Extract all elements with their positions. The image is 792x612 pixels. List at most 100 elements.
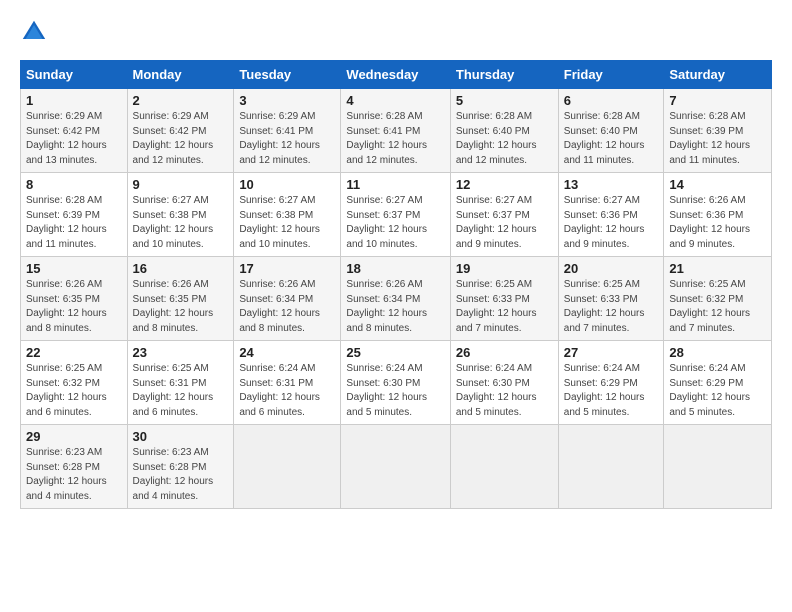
table-cell xyxy=(558,425,664,509)
day-number: 12 xyxy=(456,177,553,192)
table-cell: 24 Sunrise: 6:24 AMSunset: 6:31 PMDayligh… xyxy=(234,341,341,425)
table-cell: 25 Sunrise: 6:24 AMSunset: 6:30 PMDayligh… xyxy=(341,341,450,425)
table-cell: 26Sunrise: 6:24 AMSunset: 6:30 PMDayligh… xyxy=(450,341,558,425)
day-detail: Sunrise: 6:26 AMSunset: 6:36 PMDaylight:… xyxy=(669,194,766,252)
day-detail: Sunrise: 6:28 AMSunset: 6:39 PMDaylight:… xyxy=(669,110,766,168)
day-detail: Sunrise: 6:27 AMSunset: 6:37 PMDaylight:… xyxy=(456,194,553,252)
day-number: 26 xyxy=(456,345,553,360)
table-cell: 10 Sunrise: 6:27 AMSunset: 6:38 PMDayligh… xyxy=(234,173,341,257)
day-number: 17 xyxy=(239,261,335,276)
table-cell: 15 Sunrise: 6:26 AMSunset: 6:35 PMDayligh… xyxy=(21,257,128,341)
table-cell: 30Sunrise: 6:23 AMSunset: 6:28 PMDayligh… xyxy=(127,425,234,509)
day-number: 29 xyxy=(26,429,122,444)
day-detail: Sunrise: 6:28 AMSunset: 6:40 PMDaylight:… xyxy=(456,110,553,168)
table-cell: 20 Sunrise: 6:25 AMSunset: 6:33 PMDayligh… xyxy=(558,257,664,341)
day-number: 22 xyxy=(26,345,122,360)
table-cell: 8 Sunrise: 6:28 AMSunset: 6:39 PMDaylight… xyxy=(21,173,128,257)
day-number: 18 xyxy=(346,261,444,276)
col-thursday: Thursday xyxy=(450,61,558,89)
day-number: 4 xyxy=(346,93,444,108)
col-sunday: Sunday xyxy=(21,61,128,89)
day-number: 10 xyxy=(239,177,335,192)
calendar-header-row: Sunday Monday Tuesday Wednesday Thursday… xyxy=(21,61,772,89)
day-number: 28 xyxy=(669,345,766,360)
day-detail: Sunrise: 6:29 AMSunset: 6:42 PMDaylight:… xyxy=(26,110,122,168)
day-number: 1 xyxy=(26,93,122,108)
table-cell: 27 Sunrise: 6:24 AMSunset: 6:29 PMDayligh… xyxy=(558,341,664,425)
day-detail: Sunrise: 6:28 AMSunset: 6:39 PMDaylight:… xyxy=(26,194,122,252)
day-detail: Sunrise: 6:26 AMSunset: 6:34 PMDaylight:… xyxy=(346,278,444,336)
table-cell: 6 Sunrise: 6:28 AMSunset: 6:40 PMDaylight… xyxy=(558,89,664,173)
logo xyxy=(20,18,52,46)
table-cell xyxy=(450,425,558,509)
day-detail: Sunrise: 6:25 AMSunset: 6:31 PMDaylight:… xyxy=(133,362,229,420)
table-row: 8 Sunrise: 6:28 AMSunset: 6:39 PMDaylight… xyxy=(21,173,772,257)
table-cell: 4 Sunrise: 6:28 AMSunset: 6:41 PMDaylight… xyxy=(341,89,450,173)
day-number: 3 xyxy=(239,93,335,108)
logo-icon xyxy=(20,18,48,46)
table-cell: 12 Sunrise: 6:27 AMSunset: 6:37 PMDayligh… xyxy=(450,173,558,257)
day-detail: Sunrise: 6:27 AMSunset: 6:36 PMDaylight:… xyxy=(564,194,659,252)
table-cell: 22 Sunrise: 6:25 AMSunset: 6:32 PMDayligh… xyxy=(21,341,128,425)
col-wednesday: Wednesday xyxy=(341,61,450,89)
day-detail: Sunrise: 6:27 AMSunset: 6:38 PMDaylight:… xyxy=(239,194,335,252)
table-cell: 5Sunrise: 6:28 AMSunset: 6:40 PMDaylight… xyxy=(450,89,558,173)
day-number: 16 xyxy=(133,261,229,276)
table-row: 15 Sunrise: 6:26 AMSunset: 6:35 PMDayligh… xyxy=(21,257,772,341)
col-monday: Monday xyxy=(127,61,234,89)
day-number: 9 xyxy=(133,177,229,192)
day-detail: Sunrise: 6:25 AMSunset: 6:33 PMDaylight:… xyxy=(564,278,659,336)
table-cell: 13 Sunrise: 6:27 AMSunset: 6:36 PMDayligh… xyxy=(558,173,664,257)
day-detail: Sunrise: 6:29 AMSunset: 6:42 PMDaylight:… xyxy=(133,110,229,168)
day-number: 27 xyxy=(564,345,659,360)
day-number: 20 xyxy=(564,261,659,276)
day-detail: Sunrise: 6:27 AMSunset: 6:38 PMDaylight:… xyxy=(133,194,229,252)
table-row: 29Sunrise: 6:23 AMSunset: 6:28 PMDayligh… xyxy=(21,425,772,509)
table-cell: 16 Sunrise: 6:26 AMSunset: 6:35 PMDayligh… xyxy=(127,257,234,341)
table-cell: 11 Sunrise: 6:27 AMSunset: 6:37 PMDayligh… xyxy=(341,173,450,257)
day-detail: Sunrise: 6:25 AMSunset: 6:32 PMDaylight:… xyxy=(669,278,766,336)
day-detail: Sunrise: 6:26 AMSunset: 6:35 PMDaylight:… xyxy=(26,278,122,336)
day-detail: Sunrise: 6:25 AMSunset: 6:32 PMDaylight:… xyxy=(26,362,122,420)
day-number: 8 xyxy=(26,177,122,192)
day-detail: Sunrise: 6:24 AMSunset: 6:29 PMDaylight:… xyxy=(564,362,659,420)
day-detail: Sunrise: 6:26 AMSunset: 6:35 PMDaylight:… xyxy=(133,278,229,336)
day-number: 6 xyxy=(564,93,659,108)
day-number: 30 xyxy=(133,429,229,444)
day-number: 2 xyxy=(133,93,229,108)
day-number: 24 xyxy=(239,345,335,360)
day-number: 13 xyxy=(564,177,659,192)
col-saturday: Saturday xyxy=(664,61,772,89)
day-detail: Sunrise: 6:28 AMSunset: 6:40 PMDaylight:… xyxy=(564,110,659,168)
table-cell: 2 Sunrise: 6:29 AMSunset: 6:42 PMDaylight… xyxy=(127,89,234,173)
table-cell: 28 Sunrise: 6:24 AMSunset: 6:29 PMDayligh… xyxy=(664,341,772,425)
table-cell: 9 Sunrise: 6:27 AMSunset: 6:38 PMDaylight… xyxy=(127,173,234,257)
day-number: 23 xyxy=(133,345,229,360)
day-number: 21 xyxy=(669,261,766,276)
day-number: 19 xyxy=(456,261,553,276)
calendar-table: Sunday Monday Tuesday Wednesday Thursday… xyxy=(20,60,772,509)
day-detail: Sunrise: 6:28 AMSunset: 6:41 PMDaylight:… xyxy=(346,110,444,168)
table-cell: 18 Sunrise: 6:26 AMSunset: 6:34 PMDayligh… xyxy=(341,257,450,341)
table-cell xyxy=(341,425,450,509)
day-detail: Sunrise: 6:26 AMSunset: 6:34 PMDaylight:… xyxy=(239,278,335,336)
col-friday: Friday xyxy=(558,61,664,89)
header xyxy=(20,18,772,46)
table-cell: 21 Sunrise: 6:25 AMSunset: 6:32 PMDayligh… xyxy=(664,257,772,341)
table-cell: 3 Sunrise: 6:29 AMSunset: 6:41 PMDaylight… xyxy=(234,89,341,173)
table-cell xyxy=(664,425,772,509)
table-row: 22 Sunrise: 6:25 AMSunset: 6:32 PMDayligh… xyxy=(21,341,772,425)
table-cell: 7Sunrise: 6:28 AMSunset: 6:39 PMDaylight… xyxy=(664,89,772,173)
day-number: 14 xyxy=(669,177,766,192)
day-detail: Sunrise: 6:24 AMSunset: 6:29 PMDaylight:… xyxy=(669,362,766,420)
day-detail: Sunrise: 6:29 AMSunset: 6:41 PMDaylight:… xyxy=(239,110,335,168)
table-cell: 23 Sunrise: 6:25 AMSunset: 6:31 PMDayligh… xyxy=(127,341,234,425)
day-detail: Sunrise: 6:24 AMSunset: 6:30 PMDaylight:… xyxy=(346,362,444,420)
day-number: 25 xyxy=(346,345,444,360)
day-detail: Sunrise: 6:24 AMSunset: 6:31 PMDaylight:… xyxy=(239,362,335,420)
day-number: 11 xyxy=(346,177,444,192)
page: Sunday Monday Tuesday Wednesday Thursday… xyxy=(0,0,792,519)
day-number: 15 xyxy=(26,261,122,276)
day-detail: Sunrise: 6:27 AMSunset: 6:37 PMDaylight:… xyxy=(346,194,444,252)
table-cell xyxy=(234,425,341,509)
